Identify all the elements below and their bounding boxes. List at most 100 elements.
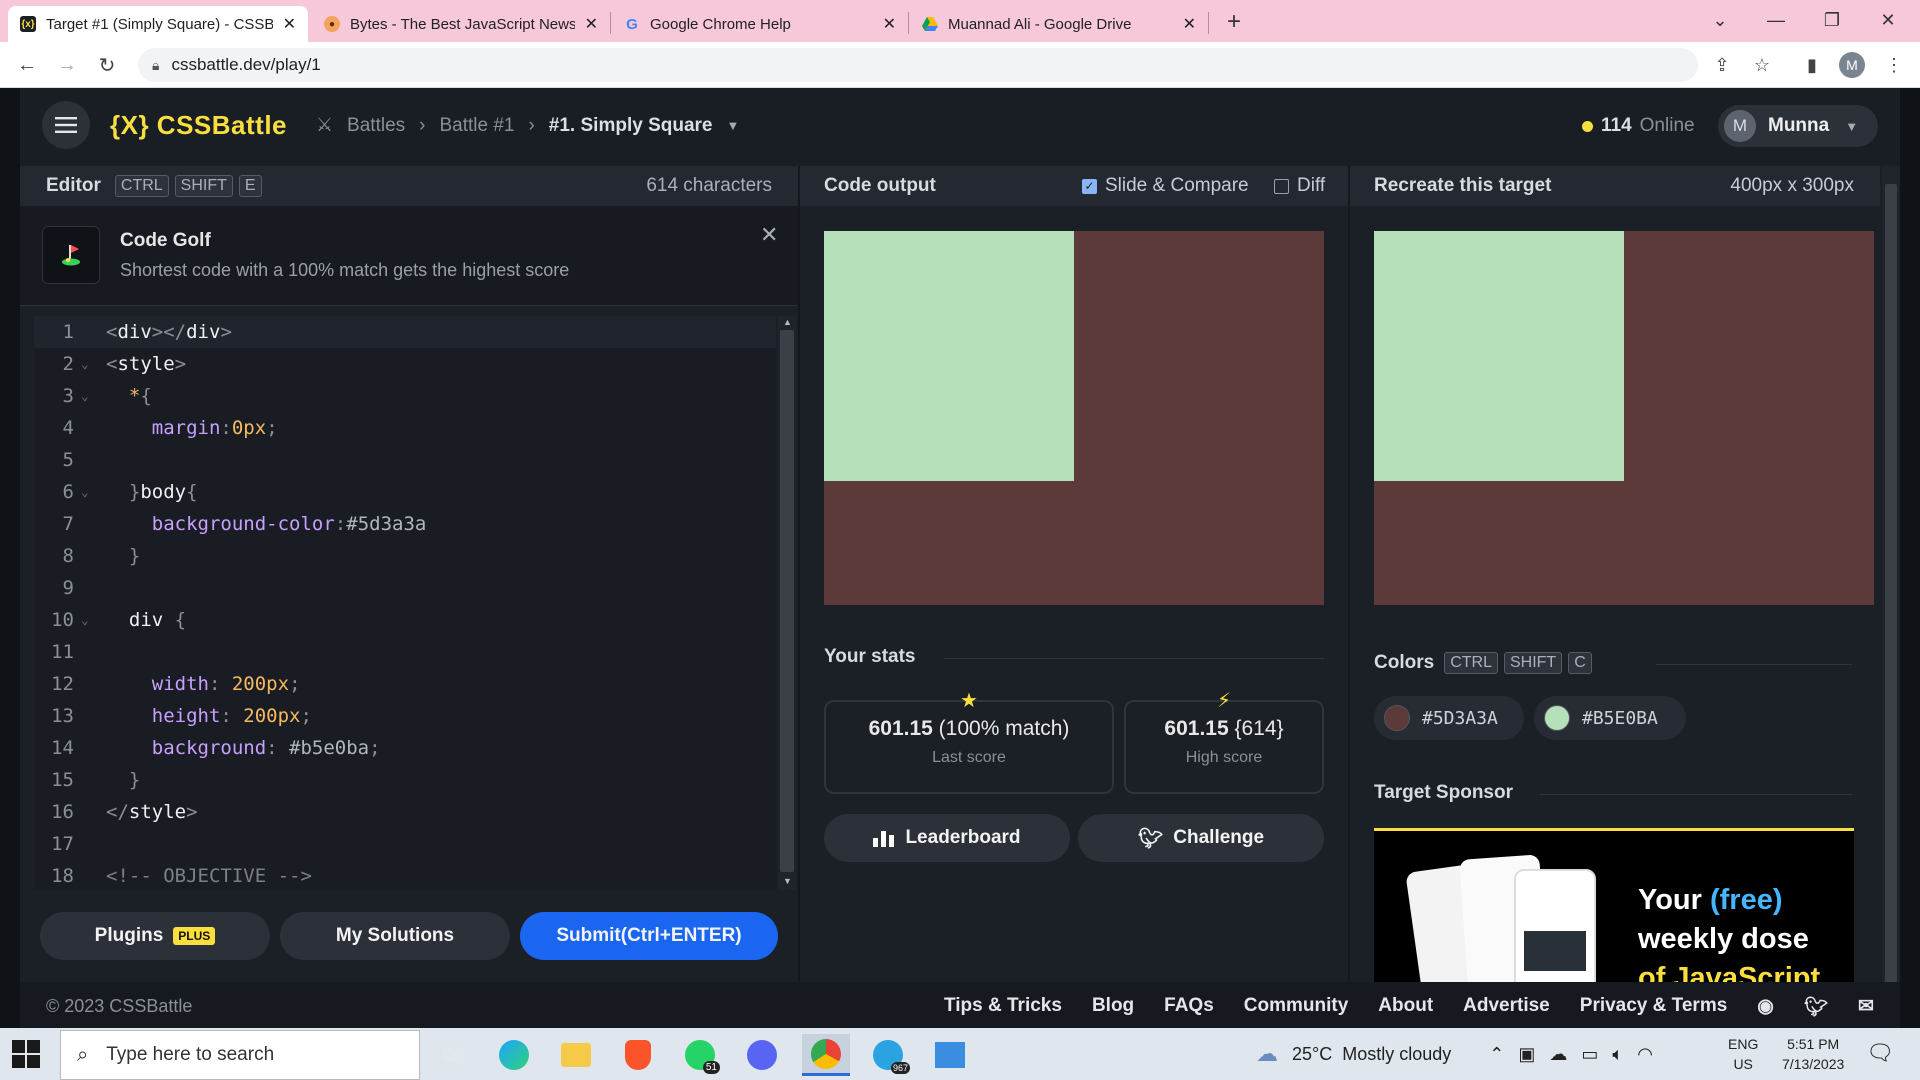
- challenge-button[interactable]: 🐦︎ Challenge: [1078, 814, 1324, 862]
- code-line[interactable]: 11: [34, 636, 776, 668]
- code-line[interactable]: 14 background: #b5e0ba;: [34, 732, 776, 764]
- code-line[interactable]: 1 <div></div>: [34, 316, 776, 348]
- battery-icon[interactable]: ▭: [1581, 1044, 1598, 1065]
- taskbar-search-box[interactable]: ⌕ Type here to search: [60, 1030, 420, 1080]
- address-bar[interactable]: 🔒︎ cssbattle.dev/play/1: [138, 48, 1698, 82]
- browser-tab-cssbattle[interactable]: {x} Target #1 (Simply Square) - CSSBattl…: [8, 6, 308, 42]
- code-line[interactable]: 12 width: 200px;: [34, 668, 776, 700]
- fold-chevron-icon[interactable]: ⌄: [74, 485, 90, 499]
- breadcrumb-current[interactable]: #1. Simply Square: [549, 115, 713, 137]
- code-output-canvas[interactable]: [824, 231, 1324, 605]
- color-chip-b5e0ba[interactable]: #B5E0BA: [1534, 696, 1686, 740]
- minimize-icon[interactable]: —: [1748, 0, 1804, 40]
- close-tab-icon[interactable]: ✕: [1183, 14, 1196, 34]
- browser-tab-chrome-help[interactable]: G Google Chrome Help ✕: [612, 6, 908, 42]
- page-scroll-thumb[interactable]: [1885, 184, 1897, 990]
- breadcrumb-battle[interactable]: Battle #1: [439, 115, 514, 137]
- discord-app-icon[interactable]: [740, 1034, 784, 1076]
- fold-chevron-icon[interactable]: ⌄: [74, 613, 90, 627]
- language-indicator[interactable]: ENG US: [1728, 1034, 1758, 1074]
- footer-link-privacy[interactable]: Privacy & Terms: [1580, 995, 1728, 1019]
- code-line[interactable]: 7 background-color:#5d3a3a: [34, 508, 776, 540]
- close-tab-icon[interactable]: ✕: [883, 14, 896, 34]
- hamburger-menu-button[interactable]: [42, 101, 90, 149]
- leaderboard-button[interactable]: Leaderboard: [824, 814, 1070, 862]
- footer-link-about[interactable]: About: [1378, 995, 1433, 1019]
- diff-toggle[interactable]: Diff: [1274, 175, 1325, 197]
- task-view-icon[interactable]: ⧉: [428, 1034, 472, 1076]
- code-line[interactable]: 17: [34, 828, 776, 860]
- photos-icon[interactable]: [928, 1034, 972, 1076]
- forward-icon[interactable]: →: [52, 50, 82, 80]
- scroll-down-icon[interactable]: ▼: [783, 876, 792, 886]
- code-line[interactable]: 3 ⌄ *{: [34, 380, 776, 412]
- code-line[interactable]: 9: [34, 572, 776, 604]
- mail-icon[interactable]: ✉: [1858, 995, 1874, 1019]
- fold-chevron-icon[interactable]: ⌄: [74, 357, 90, 371]
- new-tab-button[interactable]: +: [1218, 6, 1250, 38]
- code-line[interactable]: 6 ⌄ }body{: [34, 476, 776, 508]
- windows-start-icon[interactable]: [12, 1040, 42, 1070]
- discord-icon[interactable]: ◉: [1757, 995, 1774, 1019]
- close-tab-icon[interactable]: ✕: [283, 14, 296, 34]
- page-scrollbar[interactable]: [1882, 166, 1900, 990]
- clock[interactable]: 5:51 PM 7/13/2023: [1782, 1034, 1844, 1074]
- file-explorer-icon[interactable]: [554, 1034, 598, 1076]
- code-line[interactable]: 18 <!-- OBJECTIVE -->: [34, 860, 776, 890]
- breadcrumb-battles[interactable]: Battles: [347, 115, 405, 137]
- code-line[interactable]: 5: [34, 444, 776, 476]
- tab-search-icon[interactable]: ⌄: [1692, 0, 1748, 40]
- cssbattle-logo[interactable]: {X} CSSBattle: [110, 110, 287, 141]
- browser-tab-bytes[interactable]: ● Bytes - The Best JavaScript Newsletter…: [312, 6, 610, 42]
- wifi-icon[interactable]: ◠: [1637, 1044, 1653, 1065]
- code-line[interactable]: 4 margin:0px;: [34, 412, 776, 444]
- side-panel-icon[interactable]: ▮: [1798, 51, 1826, 79]
- footer-link-faqs[interactable]: FAQs: [1164, 995, 1214, 1019]
- user-menu-button[interactable]: M Munna ▼: [1718, 105, 1878, 147]
- checkbox-unchecked-icon[interactable]: [1274, 178, 1289, 194]
- restore-icon[interactable]: ❐: [1804, 0, 1860, 40]
- fold-chevron-icon[interactable]: ⌄: [74, 389, 90, 403]
- weather-text[interactable]: 25°C Mostly cloudy: [1292, 1044, 1451, 1065]
- submit-button[interactable]: Submit(Ctrl+ENTER): [520, 912, 778, 960]
- plugins-button[interactable]: Plugins PLUS: [40, 912, 270, 960]
- brave-icon[interactable]: [616, 1034, 660, 1076]
- footer-link-tips[interactable]: Tips & Tricks: [944, 995, 1062, 1019]
- chrome-menu-icon[interactable]: ⋮: [1880, 51, 1908, 79]
- editor-scroll-thumb[interactable]: [780, 330, 794, 872]
- code-line[interactable]: 10 ⌄ div {: [34, 604, 776, 636]
- my-solutions-button[interactable]: My Solutions: [280, 912, 510, 960]
- code-editor[interactable]: 1 <div></div> 2 ⌄ <style> 3 ⌄ *{4 margin:0px…: [34, 316, 776, 890]
- close-banner-icon[interactable]: ✕: [760, 222, 778, 248]
- code-line[interactable]: 2 ⌄ <style>: [34, 348, 776, 380]
- volume-icon[interactable]: 🔈︎: [1612, 1044, 1623, 1065]
- code-line[interactable]: 15 }: [34, 764, 776, 796]
- edge-icon[interactable]: [492, 1034, 536, 1076]
- footer-link-community[interactable]: Community: [1244, 995, 1349, 1019]
- sponsor-ad[interactable]: Your (free) weekly dose of JavaScript: [1374, 828, 1854, 982]
- slide-compare-toggle[interactable]: ✓ Slide & Compare: [1082, 175, 1249, 197]
- code-line[interactable]: 8 }: [34, 540, 776, 572]
- scroll-up-icon[interactable]: ▲: [783, 317, 792, 327]
- profile-avatar[interactable]: M: [1838, 51, 1866, 79]
- telegram-icon[interactable]: 967: [866, 1034, 910, 1076]
- share-icon[interactable]: ⇪: [1708, 51, 1736, 79]
- onedrive-icon[interactable]: ☁: [1549, 1044, 1567, 1065]
- checkbox-checked-icon[interactable]: ✓: [1082, 178, 1097, 194]
- caret-down-icon[interactable]: ▼: [726, 118, 739, 133]
- footer-link-blog[interactable]: Blog: [1092, 995, 1134, 1019]
- whatsapp-icon[interactable]: 51: [678, 1034, 722, 1076]
- bookmark-star-icon[interactable]: ☆: [1748, 51, 1776, 79]
- close-window-icon[interactable]: ✕: [1860, 0, 1916, 40]
- chrome-taskbar-icon[interactable]: [802, 1034, 850, 1076]
- code-line[interactable]: 16 </style>: [34, 796, 776, 828]
- browser-tab-drive[interactable]: Muannad Ali - Google Drive ✕: [910, 6, 1208, 42]
- reload-icon[interactable]: ↻: [92, 50, 122, 80]
- footer-link-advertise[interactable]: Advertise: [1463, 995, 1550, 1019]
- close-tab-icon[interactable]: ✕: [585, 14, 598, 34]
- twitter-icon[interactable]: 🐦︎: [1804, 995, 1828, 1019]
- chevron-up-icon[interactable]: ⌃: [1489, 1044, 1504, 1065]
- meet-icon[interactable]: ▣: [1518, 1044, 1535, 1065]
- code-line[interactable]: 13 height: 200px;: [34, 700, 776, 732]
- notification-icon[interactable]: 🗨︎: [1866, 1040, 1894, 1066]
